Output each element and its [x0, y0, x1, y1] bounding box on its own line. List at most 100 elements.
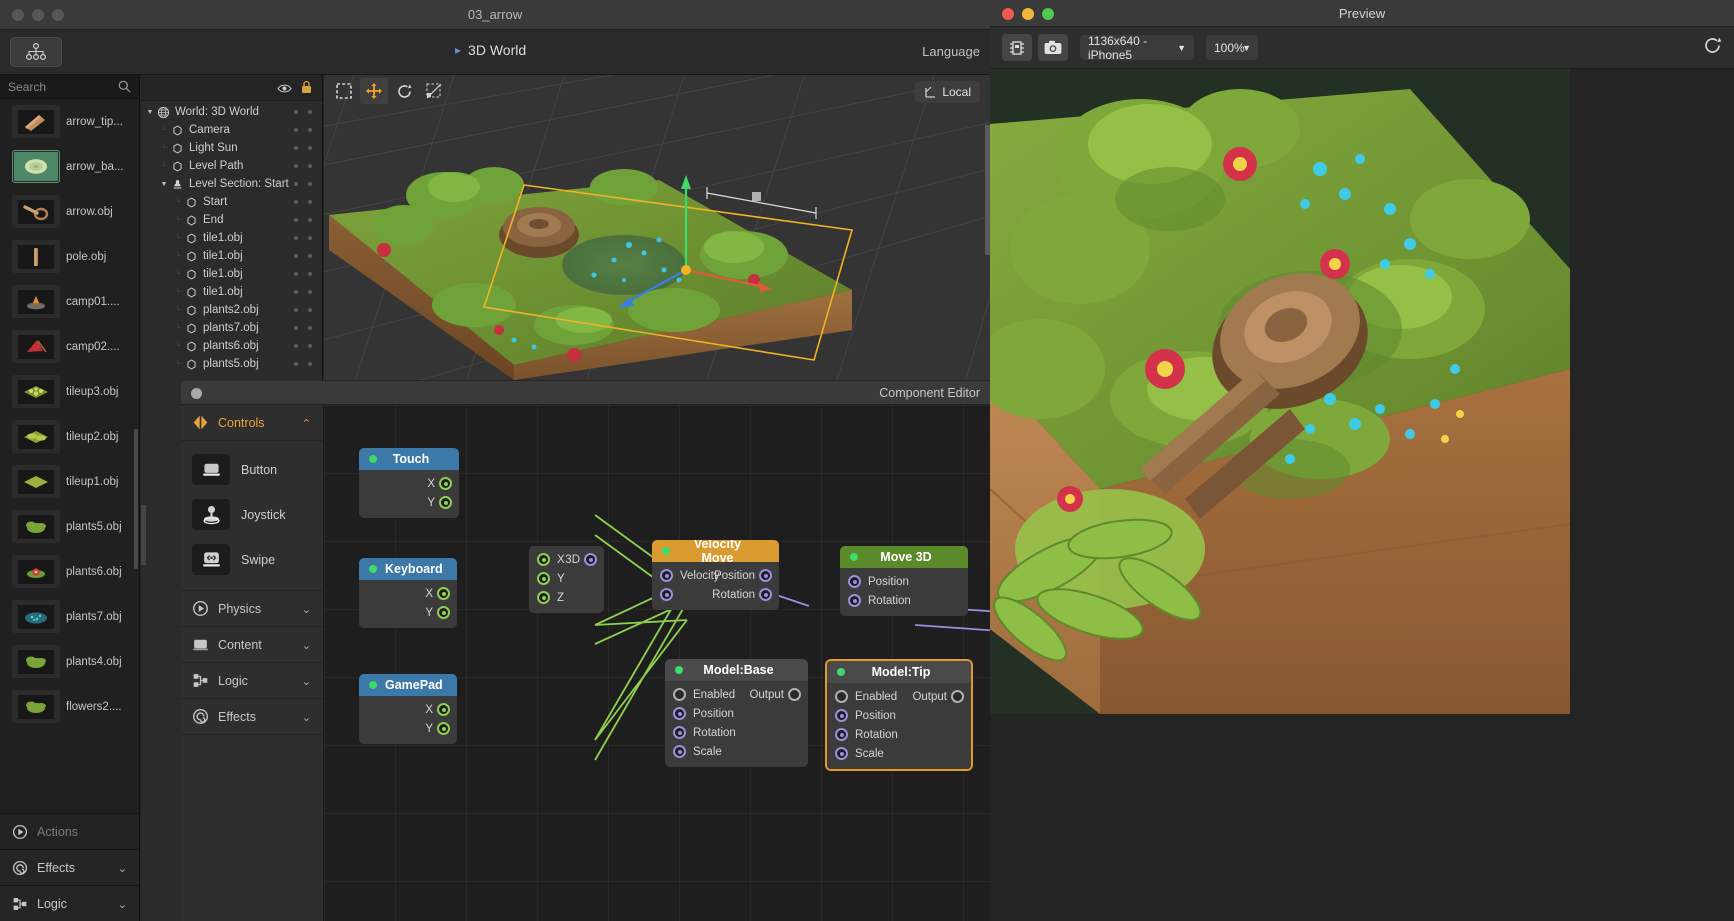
hierarchy-toggle-button[interactable] [10, 37, 62, 67]
graph-node[interactable]: TouchXY [359, 448, 459, 518]
node-input-port[interactable] [848, 575, 861, 588]
select-marquee-tool[interactable] [330, 78, 358, 104]
hierarchy-row[interactable]: └tile1.obj [141, 265, 322, 283]
hierarchy-visibility-dot[interactable] [294, 326, 298, 330]
hierarchy-visibility-dot[interactable] [294, 254, 298, 258]
node-output-port[interactable] [437, 703, 450, 716]
component-palette[interactable]: Controls⌃ButtonJoystickSwipePhysics⌄Cont… [181, 405, 324, 921]
chevron-down-icon[interactable]: ⌄ [302, 603, 311, 616]
node-input-port[interactable] [835, 728, 848, 741]
chevron-down-icon[interactable]: ⌄ [302, 711, 311, 724]
hierarchy-row[interactable]: └tile1.obj [141, 229, 322, 247]
chevron-up-icon[interactable]: ⌃ [302, 417, 311, 430]
hierarchy-lock-dot[interactable] [308, 362, 312, 366]
hierarchy-visibility-dot[interactable] [294, 146, 298, 150]
hierarchy-row[interactable]: └plants2.obj [141, 301, 322, 319]
disclosure-triangle-open[interactable]: ▼ [144, 109, 156, 116]
asset-item[interactable]: plants4.obj [0, 639, 139, 684]
resolution-select[interactable]: 1136x640 - iPhone5 ▼ [1080, 35, 1194, 60]
hierarchy-visibility-dot[interactable] [294, 272, 298, 276]
zoom-select[interactable]: 100% ▼ [1206, 35, 1258, 60]
node-input-port[interactable] [835, 747, 848, 760]
graph-node[interactable]: Velocity MoveVelocityPositionRotation [652, 540, 779, 610]
hierarchy-visibility-dot[interactable] [294, 290, 298, 294]
chevron-down-icon[interactable]: ⌄ [302, 675, 311, 688]
hierarchy-lock-dot[interactable] [308, 110, 312, 114]
refresh-button[interactable] [1703, 36, 1722, 60]
component-editor-close-dot[interactable] [191, 388, 202, 399]
graph-node-header[interactable]: Keyboard [359, 558, 457, 580]
asset-item[interactable]: tileup1.obj [0, 459, 139, 504]
palette-section-physics[interactable]: Physics⌄ [181, 591, 323, 627]
asset-section-effects[interactable]: Effects⌄ [0, 849, 139, 885]
graph-node-header[interactable]: Velocity Move [652, 540, 779, 562]
asset-item[interactable]: arrow.obj [0, 189, 139, 234]
node-output-port[interactable] [439, 477, 452, 490]
asset-item[interactable]: plants7.obj [0, 594, 139, 639]
hierarchy-visibility-dot[interactable] [294, 236, 298, 240]
node-input-port[interactable] [673, 688, 686, 701]
node-input-port[interactable] [848, 594, 861, 607]
node-output-port[interactable] [437, 722, 450, 735]
hierarchy-row[interactable]: └tile1.obj [141, 247, 322, 265]
graph-node-header[interactable]: GamePad [359, 674, 457, 696]
graph-node[interactable]: X3DYZ [529, 546, 604, 613]
node-input-port[interactable] [835, 690, 848, 703]
viewport-3d[interactable]: Local [324, 75, 990, 380]
hierarchy-visibility-dot[interactable] [294, 128, 298, 132]
node-output-port[interactable] [788, 688, 801, 701]
hierarchy-row[interactable]: └Start [141, 193, 322, 211]
node-output-port[interactable] [439, 496, 452, 509]
hierarchy-lock-dot[interactable] [308, 290, 312, 294]
inspect-button[interactable] [1002, 34, 1032, 61]
asset-item[interactable]: camp01.... [0, 279, 139, 324]
asset-item[interactable]: plants5.obj [0, 504, 139, 549]
graph-node[interactable]: GamePadXY [359, 674, 457, 744]
hierarchy-lock-dot[interactable] [308, 164, 312, 168]
node-input-port[interactable] [673, 726, 686, 739]
node-input-port[interactable] [673, 707, 686, 720]
node-output-port[interactable] [584, 553, 597, 566]
asset-list[interactable]: arrow_tip...arrow_ba...arrow.objpole.obj… [0, 99, 139, 813]
hierarchy-row[interactable]: └End [141, 211, 322, 229]
eye-icon[interactable] [277, 81, 292, 99]
graph-node-header[interactable]: Model:Base [665, 659, 808, 681]
asset-scrollbar[interactable] [134, 429, 138, 569]
asset-item[interactable]: arrow_tip... [0, 99, 139, 144]
node-graph-canvas[interactable]: TouchXYKeyboardXYGamePadXYX3DYZVelocity … [324, 405, 990, 921]
node-output-port[interactable] [437, 587, 450, 600]
hierarchy-scrollbar[interactable] [141, 505, 146, 565]
palette-item-swipe[interactable]: Swipe [181, 537, 323, 582]
node-input-port[interactable] [537, 572, 550, 585]
graph-node-header[interactable]: Model:Tip [827, 661, 971, 683]
hierarchy-visibility-dot[interactable] [294, 344, 298, 348]
palette-item-button[interactable]: Button [181, 447, 323, 492]
palette-section-effects[interactable]: Effects⌄ [181, 699, 323, 735]
hierarchy-lock-dot[interactable] [308, 326, 312, 330]
preview-game-render[interactable] [990, 69, 1570, 714]
move-tool[interactable] [360, 78, 388, 104]
hierarchy-visibility-dot[interactable] [294, 110, 298, 114]
graph-node[interactable]: Model:BaseEnabledOutputPositionRotationS… [665, 659, 808, 767]
hierarchy-lock-dot[interactable] [308, 128, 312, 132]
scale-tool[interactable] [420, 78, 448, 104]
node-output-port[interactable] [759, 569, 772, 582]
node-input-port[interactable] [660, 569, 673, 582]
hierarchy-row[interactable]: └Light Sun [141, 139, 322, 157]
hierarchy-lock-dot[interactable] [308, 182, 312, 186]
disclosure-triangle-open[interactable]: ▼ [158, 181, 170, 188]
hierarchy-lock-dot[interactable] [308, 200, 312, 204]
hierarchy-visibility-dot[interactable] [294, 362, 298, 366]
hierarchy-row[interactable]: ▼World: 3D World [141, 103, 322, 121]
hierarchy-visibility-dot[interactable] [294, 182, 298, 186]
hierarchy-lock-dot[interactable] [308, 272, 312, 276]
palette-section-logic[interactable]: Logic⌄ [181, 663, 323, 699]
hierarchy-row[interactable]: └plants5.obj [141, 355, 322, 373]
node-input-port[interactable] [835, 709, 848, 722]
hierarchy-row[interactable]: ▼Level Section: Start [141, 175, 322, 193]
hierarchy-lock-dot[interactable] [308, 146, 312, 150]
palette-item-joystick[interactable]: Joystick [181, 492, 323, 537]
graph-node[interactable]: Move 3DPositionRotation [840, 546, 968, 616]
asset-section-logic[interactable]: Logic⌄ [0, 885, 139, 921]
asset-item[interactable]: flowers2.... [0, 684, 139, 729]
